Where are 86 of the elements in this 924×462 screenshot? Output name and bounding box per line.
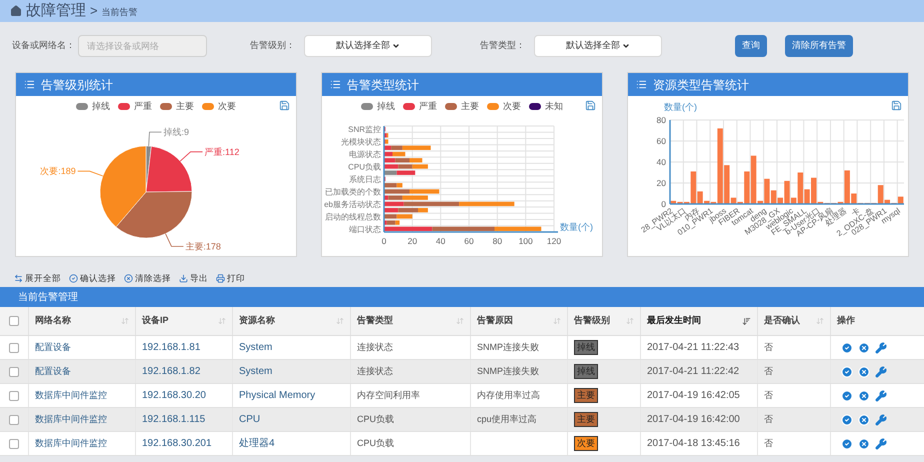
- table-cell-text: 2017-04-21 11:22:42: [647, 365, 740, 379]
- legend-label: 掉线: [377, 100, 395, 113]
- tick-label: 60: [464, 236, 474, 246]
- level-badge: 掉线: [574, 340, 598, 356]
- table-cell-text: CPU负载: [357, 412, 394, 426]
- slice-label: 次要:189: [40, 166, 76, 176]
- legend-label: 次要: [503, 100, 521, 113]
- tick-label: 100: [518, 236, 533, 246]
- table-cell-text: 数据库中间件监控: [35, 436, 107, 450]
- table-cell-text: System: [239, 341, 272, 355]
- level-badge: 主要: [574, 388, 598, 404]
- legend-label: 严重: [134, 100, 152, 113]
- table-cell-text: 处理器4: [239, 436, 275, 451]
- filter-label: 设备或网络名：: [12, 39, 76, 52]
- table-cell-text: 否: [764, 340, 773, 354]
- table-cell-text: 否: [764, 412, 773, 426]
- column-header: 操作: [830, 307, 924, 335]
- legend-label: 掉线: [92, 100, 110, 113]
- table-cell-text: 192.168.1.82: [142, 365, 200, 379]
- table-cell-text: 2017-04-19 16:42:05: [647, 389, 740, 403]
- tick-label: 80: [656, 115, 666, 125]
- table-cell-text: 配置设备: [35, 340, 71, 354]
- table-cell-text: SNMP连接失败: [477, 340, 540, 354]
- table-cell-text: Physical Memory: [239, 389, 316, 403]
- axis-title: 数量(个): [664, 102, 697, 112]
- category-label: 光模块状态: [341, 137, 381, 146]
- table-cell-text: cpu使用率过高: [477, 412, 537, 426]
- tick-label: 40: [436, 236, 446, 246]
- table-cell-text: 内存使用率过高: [477, 388, 540, 402]
- slice-label: 主要:178: [185, 240, 221, 251]
- level-badge: 掉线: [574, 364, 598, 380]
- panel-title: 告警级别统计: [41, 76, 113, 94]
- table-cell-text: System: [239, 365, 272, 379]
- panel-title: 资源类型告警统计: [653, 76, 749, 94]
- table-cell-text: 连接状态: [357, 340, 393, 354]
- table-cell-text: 内存空间利用率: [357, 388, 420, 402]
- category-label: 电源状态: [349, 150, 381, 159]
- filter-label: 告警类型：: [480, 39, 526, 52]
- page-title: 故障管理: [26, 0, 86, 21]
- table-cell-text: 否: [764, 364, 773, 378]
- category-label: SNR监控: [348, 124, 381, 134]
- axis-title: 数量(个): [560, 222, 593, 232]
- tick-label: 80: [492, 236, 502, 246]
- table-cell-text: 数据库中间件监控: [35, 412, 107, 426]
- category-label: CPU负载: [348, 162, 381, 172]
- table-cell-text: CPU: [239, 413, 260, 427]
- table-cell-text: SNMP连接失败: [477, 364, 540, 378]
- slice-label: 掉线:9: [163, 126, 189, 137]
- table-cell-text: CPU负载: [357, 436, 394, 450]
- category-label: eb服务活动状态: [324, 199, 381, 208]
- breadcrumb: 当前告警: [102, 6, 138, 20]
- tick-label: 0: [661, 199, 666, 209]
- table-cell-text: 数据库中间件监控: [35, 388, 107, 402]
- tick-label: 20: [408, 236, 418, 246]
- level-badge: 主要: [574, 412, 598, 428]
- category-label: 启动的线程总数: [325, 212, 381, 221]
- table-cell-text: 192.168.30.20: [142, 389, 206, 403]
- category-label: 端口状态: [349, 224, 381, 234]
- tick-label: 60: [656, 136, 666, 146]
- tick-label: 120: [546, 236, 562, 246]
- panel-title: 告警类型统计: [347, 76, 419, 94]
- table-cell-text: 否: [764, 388, 773, 402]
- legend-label: 次要: [218, 100, 236, 113]
- table-cell-text: 192.168.1.81: [142, 341, 200, 355]
- table-cell-text: 192.168.30.201: [142, 437, 212, 451]
- table-cell-text: 2017-04-21 11:22:43: [647, 341, 740, 355]
- tick-label: 0: [382, 236, 386, 246]
- slice-label: 严重:112: [204, 146, 240, 156]
- legend-label: 未知: [545, 100, 563, 113]
- tick-label: 20: [656, 178, 666, 188]
- legend-label: 主要: [461, 100, 479, 113]
- table-cell-text: 2017-04-18 13:45:16: [647, 437, 740, 451]
- breadcrumb-separator: >: [90, 2, 98, 20]
- table-cell-text: 连接状态: [357, 364, 393, 378]
- legend-label: 主要: [176, 100, 194, 113]
- level-badge: 次要: [574, 436, 598, 452]
- table-cell-text: 192.168.1.115: [142, 413, 206, 427]
- table-cell-text: 配置设备: [35, 364, 71, 378]
- table-cell-text: 2017-04-19 16:42:00: [647, 413, 740, 427]
- table-cell-text: 否: [764, 436, 773, 450]
- filter-label: 告警级别：: [250, 39, 296, 52]
- category-label: 已加载类的个数: [325, 186, 381, 196]
- table-title: 当前告警管理: [18, 290, 78, 304]
- tick-label: 40: [656, 157, 666, 167]
- category-label: 系统日志: [349, 174, 381, 184]
- legend-label: 严重: [419, 100, 437, 113]
